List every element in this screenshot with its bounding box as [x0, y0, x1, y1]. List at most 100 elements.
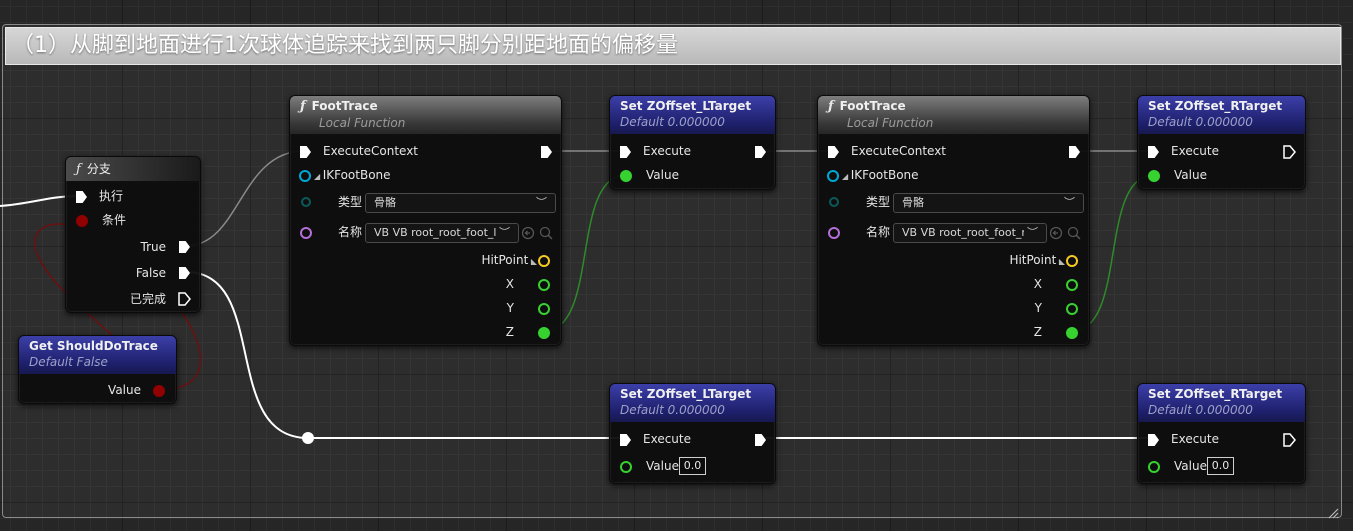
- x-label: X: [505, 277, 514, 291]
- z-label: Z: [1033, 325, 1042, 339]
- x-out-pin[interactable]: [1066, 279, 1078, 291]
- exec-in-pin[interactable]: [76, 191, 87, 203]
- branch-header[interactable]: ƒ 分支: [66, 157, 200, 181]
- name-label: 名称: [866, 225, 891, 239]
- ik-foot-bone-pin[interactable]: [299, 170, 311, 182]
- chevron-down-icon: ︶: [496, 224, 510, 242]
- name-dropdown[interactable]: VB VB root_root_foot_l ︶: [365, 223, 519, 243]
- execute-label: Execute: [1171, 432, 1219, 446]
- type-dropdown[interactable]: 骨骼 ︶: [365, 193, 556, 213]
- chevron-down-icon: ︶: [1024, 224, 1038, 242]
- chevron-down-icon: ︶: [536, 196, 547, 209]
- hitpoint-label: HitPoint ◣: [481, 253, 537, 267]
- foot-trace-node-right[interactable]: ƒ FootTrace Local Function ExecuteContext…: [817, 95, 1090, 346]
- true-label: True: [140, 240, 167, 254]
- value-in-pin[interactable]: [1148, 461, 1160, 473]
- function-icon: ƒ: [828, 99, 834, 114]
- execute-context-out-pin[interactable]: [1069, 146, 1080, 158]
- get-node-header[interactable]: Get ShouldDoTrace Default False: [19, 336, 176, 374]
- foot-trace-header[interactable]: ƒ FootTrace Local Function: [290, 96, 561, 134]
- reset-arrow-icon[interactable]: [1049, 226, 1063, 240]
- reset-arrow-icon[interactable]: [521, 226, 535, 240]
- execute-out-pin[interactable]: [755, 434, 766, 446]
- hitpoint-pin[interactable]: [538, 255, 550, 267]
- exec-in-label: 执行: [99, 189, 124, 203]
- name-label: 名称: [338, 225, 363, 239]
- type-label: 类型: [866, 195, 891, 209]
- chevron-down-icon: ︶: [1064, 196, 1075, 209]
- x-out-pin[interactable]: [538, 279, 550, 291]
- set-node-header[interactable]: Set ZOffset_RTarget Default 0.000000: [1138, 96, 1305, 134]
- search-icon[interactable]: [1067, 226, 1081, 240]
- name-pin[interactable]: [300, 227, 312, 239]
- value-in-pin[interactable]: [1148, 170, 1160, 182]
- value-in-pin[interactable]: [620, 461, 632, 473]
- type-label: 类型: [338, 195, 363, 209]
- execute-out-pin[interactable]: [755, 146, 766, 158]
- set-node-header[interactable]: Set ZOffset_LTarget Default 0.000000: [610, 384, 775, 422]
- execute-context-in-pin[interactable]: [828, 146, 839, 158]
- completed-out-pin[interactable]: [178, 292, 191, 306]
- condition-label: 条件: [102, 213, 127, 227]
- function-icon: ƒ: [300, 99, 306, 114]
- value-label: Value: [646, 168, 679, 182]
- name-dropdown[interactable]: VB VB root_root_foot_r ︶: [893, 223, 1047, 243]
- type-dropdown[interactable]: 骨骼 ︶: [893, 193, 1084, 213]
- x-label: X: [1033, 277, 1042, 291]
- value-label: Value: [646, 459, 679, 473]
- set-zoffset-ltarget-node-bottom[interactable]: Set ZOffset_LTarget Default 0.000000 Exe…: [609, 383, 776, 484]
- hitpoint-pin[interactable]: [1066, 255, 1078, 267]
- false-out-pin[interactable]: [179, 267, 190, 279]
- execute-in-pin[interactable]: [1148, 146, 1159, 158]
- set-node-header[interactable]: Set ZOffset_RTarget Default 0.000000: [1138, 384, 1305, 422]
- execute-out-pin[interactable]: [1283, 433, 1296, 447]
- resize-grip-icon[interactable]: [1327, 507, 1339, 519]
- execute-in-pin[interactable]: [620, 146, 631, 158]
- reroute-knot: [302, 432, 314, 444]
- y-label: Y: [1034, 301, 1042, 315]
- ik-foot-bone-label: ◢ IKFootBone: [314, 168, 391, 182]
- value-input[interactable]: 0.0: [679, 457, 706, 475]
- type-pin[interactable]: [301, 197, 311, 207]
- ik-foot-bone-label: ◢ IKFootBone: [842, 168, 919, 182]
- execute-context-label: ExecuteContext: [851, 144, 946, 158]
- search-icon[interactable]: [539, 226, 553, 240]
- value-in-pin[interactable]: [620, 170, 632, 182]
- foot-trace-node-left[interactable]: ƒ FootTrace Local Function ExecuteContext…: [289, 95, 562, 346]
- hitpoint-label: HitPoint ◣: [1009, 253, 1065, 267]
- z-label: Z: [505, 325, 514, 339]
- set-zoffset-rtarget-node-top[interactable]: Set ZOffset_RTarget Default 0.000000 Exe…: [1137, 95, 1306, 190]
- branch-node[interactable]: ƒ 分支 执行 条件 True False 已完成: [65, 156, 201, 313]
- z-out-pin[interactable]: [1066, 327, 1078, 339]
- y-label: Y: [506, 301, 514, 315]
- foot-trace-header[interactable]: ƒ FootTrace Local Function: [818, 96, 1089, 134]
- set-node-header[interactable]: Set ZOffset_LTarget Default 0.000000: [610, 96, 775, 134]
- set-zoffset-ltarget-node-top[interactable]: Set ZOffset_LTarget Default 0.000000 Exe…: [609, 95, 776, 190]
- get-should-do-trace-node[interactable]: Get ShouldDoTrace Default False Value: [18, 335, 177, 404]
- set-zoffset-rtarget-node-bottom[interactable]: Set ZOffset_RTarget Default 0.000000 Exe…: [1137, 383, 1306, 484]
- value-input[interactable]: 0.0: [1207, 457, 1234, 475]
- true-out-pin[interactable]: [179, 241, 190, 253]
- value-label: Value: [108, 383, 141, 397]
- execute-label: Execute: [1171, 144, 1219, 158]
- execute-in-pin[interactable]: [620, 434, 631, 446]
- execute-in-pin[interactable]: [1148, 434, 1159, 446]
- false-label: False: [135, 266, 166, 280]
- execute-context-out-pin[interactable]: [541, 146, 552, 158]
- name-pin[interactable]: [828, 227, 840, 239]
- execute-label: Execute: [643, 144, 691, 158]
- type-pin[interactable]: [829, 197, 839, 207]
- execute-context-label: ExecuteContext: [323, 144, 418, 158]
- execute-context-in-pin[interactable]: [300, 146, 311, 158]
- value-label: Value: [1174, 168, 1207, 182]
- value-out-pin[interactable]: [153, 385, 165, 397]
- condition-pin[interactable]: [76, 215, 88, 227]
- execute-label: Execute: [643, 432, 691, 446]
- ik-foot-bone-pin[interactable]: [827, 170, 839, 182]
- y-out-pin[interactable]: [1066, 303, 1078, 315]
- execute-out-pin[interactable]: [1283, 145, 1296, 159]
- completed-label: 已完成: [129, 292, 166, 306]
- value-label: Value: [1174, 459, 1207, 473]
- y-out-pin[interactable]: [538, 303, 550, 315]
- z-out-pin[interactable]: [538, 327, 550, 339]
